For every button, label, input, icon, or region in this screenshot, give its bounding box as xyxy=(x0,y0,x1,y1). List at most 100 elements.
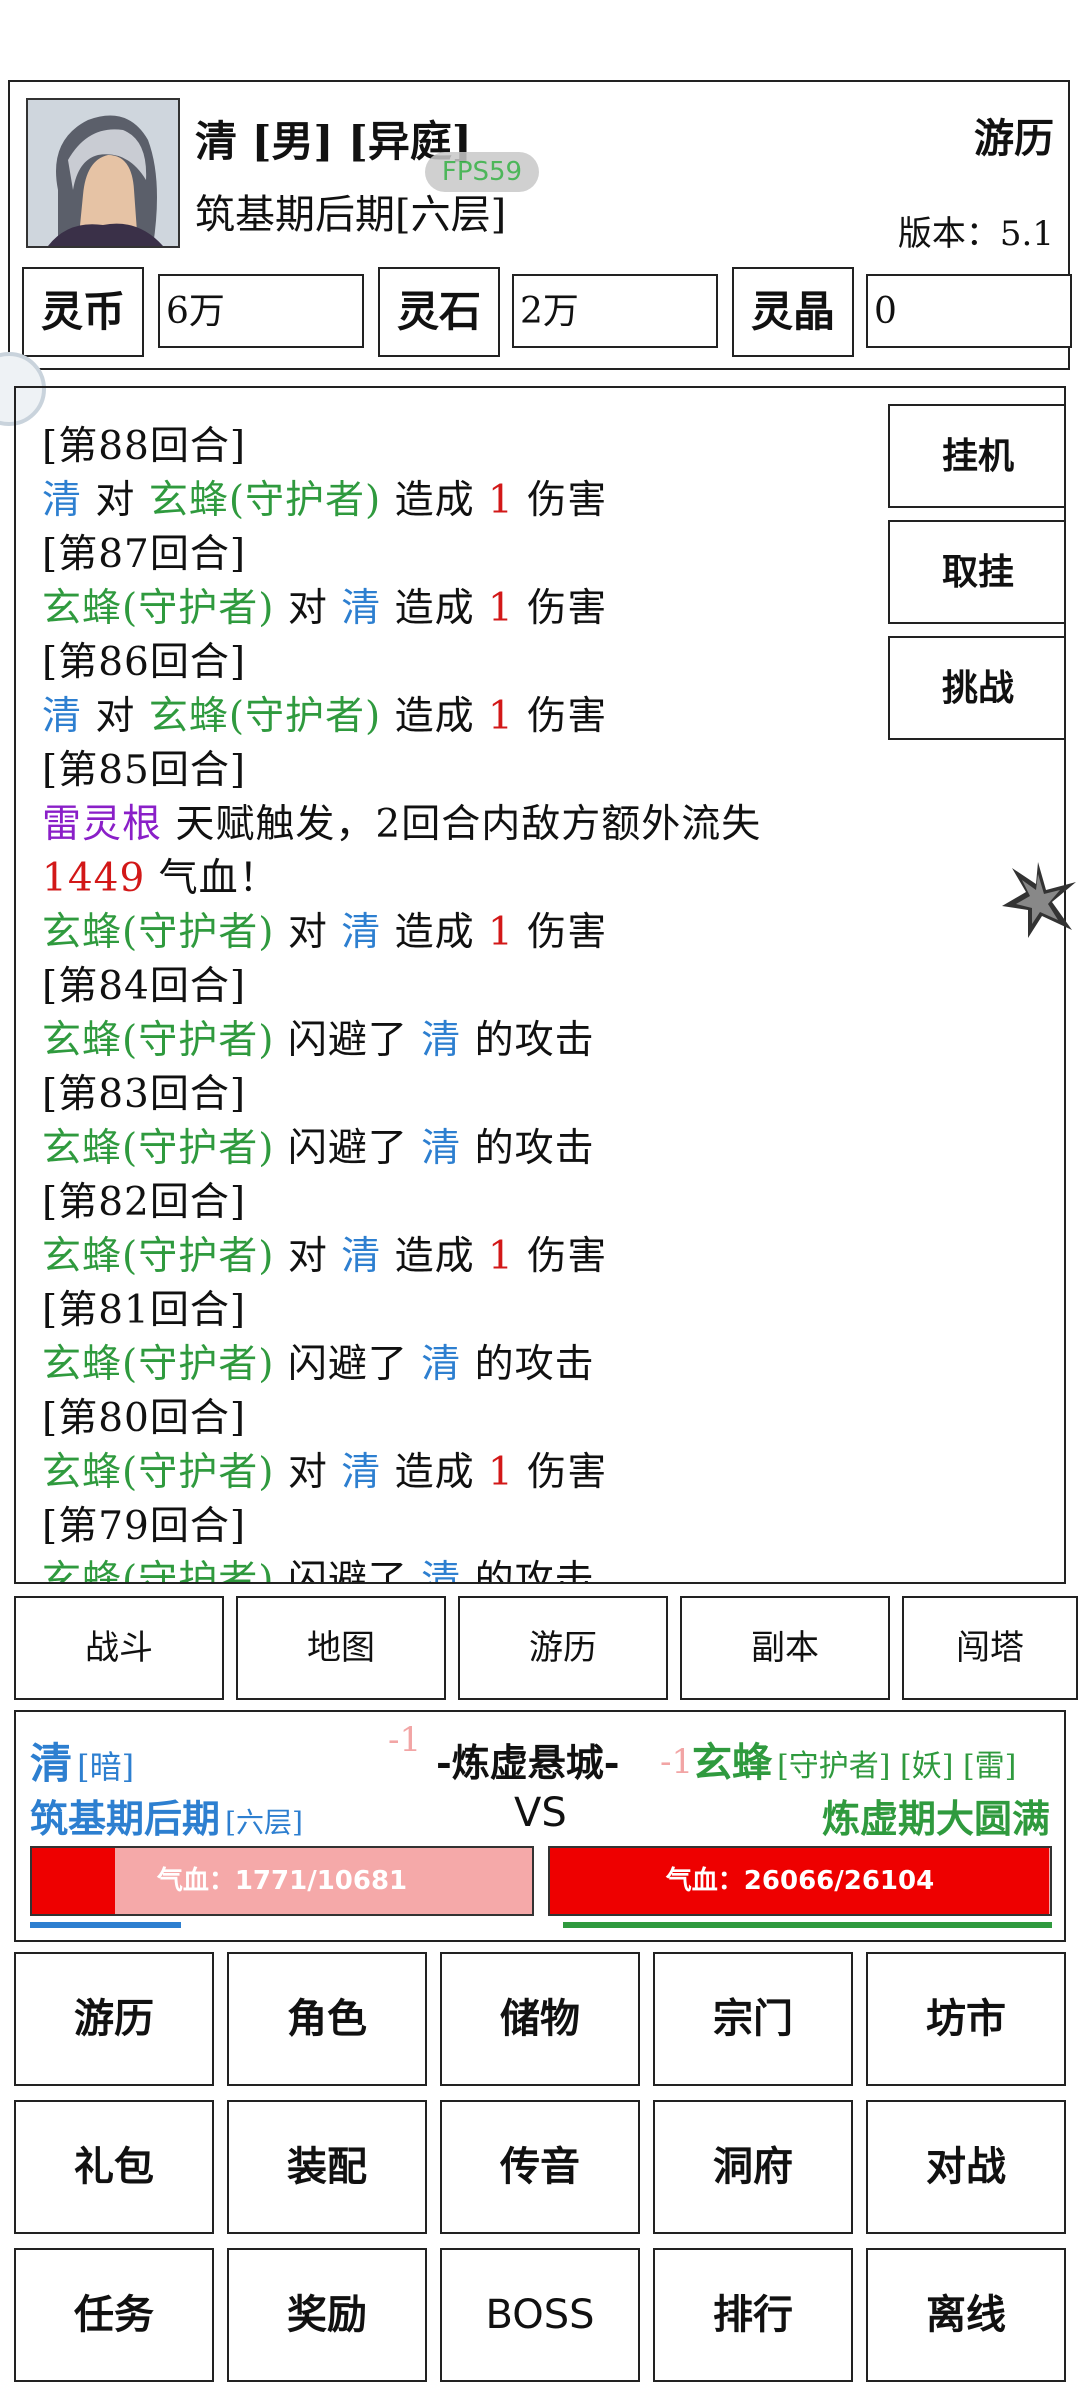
currency-value-lingbi: 6万 xyxy=(158,274,364,348)
log-segment: 的攻击 xyxy=(461,1558,595,1584)
damage-popup-left: -1 xyxy=(388,1720,422,1760)
cancel-auto-button[interactable]: 取挂 xyxy=(888,520,1064,624)
tab-battle[interactable]: 战斗 xyxy=(14,1596,224,1700)
grid-market-button[interactable]: 坊市 xyxy=(866,1952,1066,2086)
currency-label-lingshi: 灵石 xyxy=(378,267,500,357)
battle-player-layer: [六层] xyxy=(225,1806,303,1839)
log-segment: 造成 xyxy=(381,1234,489,1279)
currency-value-lingshi: 2万 xyxy=(512,274,718,348)
log-line: [第87回合] xyxy=(42,528,902,582)
log-segment: 1 xyxy=(488,1234,514,1279)
log-segment: 伤害 xyxy=(513,1234,608,1279)
player-combat-name-group: 清 [暗] xyxy=(30,1730,134,1791)
log-segment: [第85回合] xyxy=(42,748,247,793)
log-segment: 天赋触发，2回合内敌方额外流失 xyxy=(162,802,762,847)
battle-player-name: 清 xyxy=(30,1739,73,1788)
challenge-button[interactable]: 挑战 xyxy=(888,636,1064,740)
enemy-progress-track xyxy=(548,1922,1052,1928)
grid-cave-button[interactable]: 洞府 xyxy=(653,2100,853,2234)
log-segment: 造成 xyxy=(381,478,489,523)
log-segment: 清 xyxy=(341,1450,382,1495)
grid-gift-button[interactable]: 礼包 xyxy=(14,2100,214,2234)
tab-map[interactable]: 地图 xyxy=(236,1596,446,1700)
main-menu-grid: 游历 角色 储物 宗门 坊市礼包 装配 传音 洞府 对战任务 奖励 BOSS 排行 离线 xyxy=(14,1952,1066,2392)
grid-reward-button[interactable]: 奖励 xyxy=(227,2248,427,2382)
log-segment: 清 xyxy=(341,1234,382,1279)
log-segment: [第80回合] xyxy=(42,1396,247,1441)
grid-storage-button[interactable]: 储物 xyxy=(440,1952,640,2086)
battle-enemy-tags: [守护者] [妖] [雷] xyxy=(777,1749,1017,1784)
log-line: [第79回合] xyxy=(42,1500,902,1554)
log-segment: 1 xyxy=(488,1450,514,1495)
log-segment: 玄蜂(守护者) xyxy=(42,1018,275,1063)
log-segment: 对 xyxy=(82,478,149,523)
grid-message-button[interactable]: 传音 xyxy=(440,2100,640,2234)
log-segment: 闪避了 xyxy=(274,1018,422,1063)
battle-location: -炼虚悬城- xyxy=(436,1740,620,1785)
log-line: 1449 气血！ xyxy=(42,852,902,906)
log-segment: 对 xyxy=(274,910,342,955)
log-segment: 清 xyxy=(421,1558,462,1584)
grid-quest-button[interactable]: 任务 xyxy=(14,2248,214,2382)
log-line: [第84回合] xyxy=(42,960,902,1014)
log-segment: 清 xyxy=(341,586,382,631)
grid-character-button[interactable]: 角色 xyxy=(227,1952,427,2086)
log-segment: 清 xyxy=(42,694,83,739)
tab-travel[interactable]: 游历 xyxy=(458,1596,668,1700)
tab-dungeon[interactable]: 副本 xyxy=(680,1596,890,1700)
log-line: [第82回合] xyxy=(42,1176,902,1230)
log-line: 雷灵根 天赋触发，2回合内敌方额外流失 xyxy=(42,798,902,852)
grid-offline-button[interactable]: 离线 xyxy=(866,2248,1066,2382)
version-label: 版本：5.1 xyxy=(897,214,1054,254)
player-avatar[interactable] xyxy=(26,98,180,248)
log-segment: 对 xyxy=(274,1234,342,1279)
currency-label-lingbi: 灵币 xyxy=(22,267,144,357)
currency-value-lingjing: 0 xyxy=(866,274,1072,348)
player-progress-track xyxy=(30,1922,534,1928)
log-line: 玄蜂(守护者) 对 清 造成 1 伤害 xyxy=(42,906,902,960)
battle-player-realm: 筑基期后期 xyxy=(30,1796,221,1841)
grid-travel-button[interactable]: 游历 xyxy=(14,1952,214,2086)
log-segment: 气血！ xyxy=(145,856,279,901)
auto-battle-button[interactable]: 挂机 xyxy=(888,404,1064,508)
log-segment: 清 xyxy=(421,1126,462,1171)
grid-boss-button[interactable]: BOSS xyxy=(440,2248,640,2382)
battle-enemy-realm: 炼虚期大圆满 xyxy=(821,1796,1050,1841)
enemy-hp-bar: 气血：26066/26104 xyxy=(548,1846,1052,1916)
log-segment: [第86回合] xyxy=(42,640,247,685)
log-segment: 伤害 xyxy=(513,1450,608,1495)
log-segment: 玄蜂(守护者) xyxy=(42,1342,275,1387)
log-line: 清 对 玄蜂(守护者) 造成 1 伤害 xyxy=(42,690,902,744)
log-segment: 伤害 xyxy=(513,694,608,739)
log-line: [第88回合] xyxy=(42,420,902,474)
log-segment: 闪避了 xyxy=(274,1558,422,1584)
log-line: [第80回合] xyxy=(42,1392,902,1446)
player-hp-bar: 气血：1771/10681 xyxy=(30,1846,534,1916)
vs-label: VS xyxy=(514,1790,567,1836)
grid-equip-button[interactable]: 装配 xyxy=(227,2100,427,2234)
log-segment: 造成 xyxy=(381,1450,489,1495)
shuriken-icon[interactable] xyxy=(998,860,1078,940)
fps-badge: FPS59 xyxy=(425,152,539,192)
log-segment: 清 xyxy=(42,478,83,523)
log-segment: 玄蜂(守护者) xyxy=(42,1126,275,1171)
enemy-combat-name-group: 玄蜂 [守护者] [妖] [雷] xyxy=(692,1730,1016,1788)
log-segment: 玄蜂(守护者) xyxy=(148,694,382,739)
log-line: 玄蜂(守护者) 闪避了 清 的攻击 xyxy=(42,1554,902,1584)
log-segment: 闪避了 xyxy=(274,1126,422,1171)
tab-tower[interactable]: 闯塔 xyxy=(902,1596,1078,1700)
log-segment: 玄蜂(守护者) xyxy=(42,1558,275,1584)
player-header: 清 [男] [异庭] 筑基期后期[六层] FPS59 游历 版本：5.1 灵币 … xyxy=(8,80,1072,370)
battle-log-panel[interactable]: [第88回合] 清 对 玄蜂(守护者) 造成 1 伤害 [第87回合] 玄蜂(守护者)… xyxy=(14,386,1066,1584)
grid-pvp-button[interactable]: 对战 xyxy=(866,2100,1066,2234)
battle-enemy-name: 玄蜂 xyxy=(692,1739,772,1786)
log-segment: 对 xyxy=(274,586,342,631)
log-segment: 1 xyxy=(488,910,514,955)
log-segment: 造成 xyxy=(381,910,489,955)
log-segment: 的攻击 xyxy=(461,1342,595,1387)
log-line: [第85回合] xyxy=(42,744,902,798)
grid-rank-button[interactable]: 排行 xyxy=(653,2248,853,2382)
grid-sect-button[interactable]: 宗门 xyxy=(653,1952,853,2086)
log-segment: [第79回合] xyxy=(42,1504,247,1549)
log-segment: 清 xyxy=(341,910,382,955)
